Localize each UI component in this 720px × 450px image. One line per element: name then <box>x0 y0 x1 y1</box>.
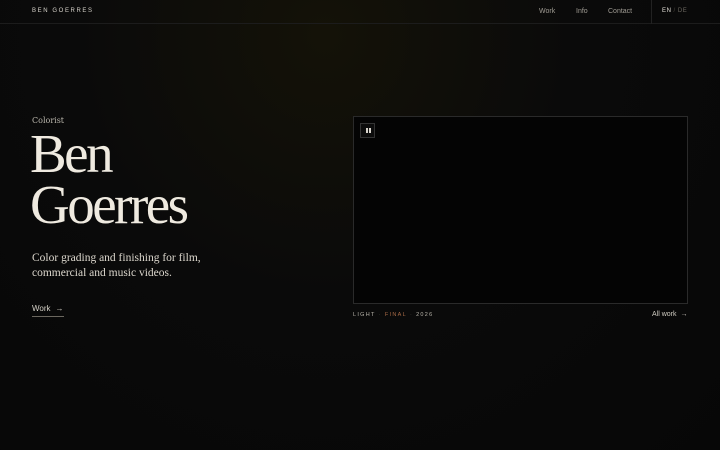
hero-name-line-1: Ben <box>30 123 114 184</box>
top-bar: BEN GOERRES Work Info Contact EN / DE <box>0 0 720 24</box>
caption-year: 2026 <box>416 312 434 318</box>
work-cta-link[interactable]: Work → <box>32 304 64 317</box>
brand-logo[interactable]: BEN GOERRES <box>32 8 94 14</box>
lang-en-link[interactable]: EN <box>662 8 672 14</box>
caption-highlight: FINAL <box>384 312 407 318</box>
hero-name: Ben Goerres <box>30 123 189 235</box>
caption-title: LIGHT <box>353 312 376 318</box>
language-switcher: EN / DE <box>662 8 687 14</box>
caption-dot: · <box>378 312 382 318</box>
caption-dot: · <box>409 312 414 318</box>
language-divider <box>651 0 652 24</box>
hero-name-line-2: Goerres <box>30 174 189 235</box>
nav-info-link[interactable]: Info <box>576 8 588 15</box>
lang-de-link[interactable]: DE <box>678 8 688 14</box>
video-player[interactable] <box>353 116 688 304</box>
lang-separator: / <box>673 8 676 14</box>
pause-button[interactable] <box>360 123 375 138</box>
all-work-label: All work <box>652 311 677 318</box>
pause-icon <box>366 128 368 133</box>
all-work-link[interactable]: All work → <box>652 311 688 318</box>
nav-work-link[interactable]: Work <box>539 8 555 15</box>
hero-tagline: Color grading and finishing for film, co… <box>32 252 201 279</box>
arrow-right-icon: → <box>680 311 688 318</box>
arrow-right-icon: → <box>55 304 64 313</box>
video-caption: LIGHT · FINAL · 2026 <box>353 312 434 318</box>
work-cta-label: Work <box>32 304 51 313</box>
nav-contact-link[interactable]: Contact <box>608 8 632 15</box>
